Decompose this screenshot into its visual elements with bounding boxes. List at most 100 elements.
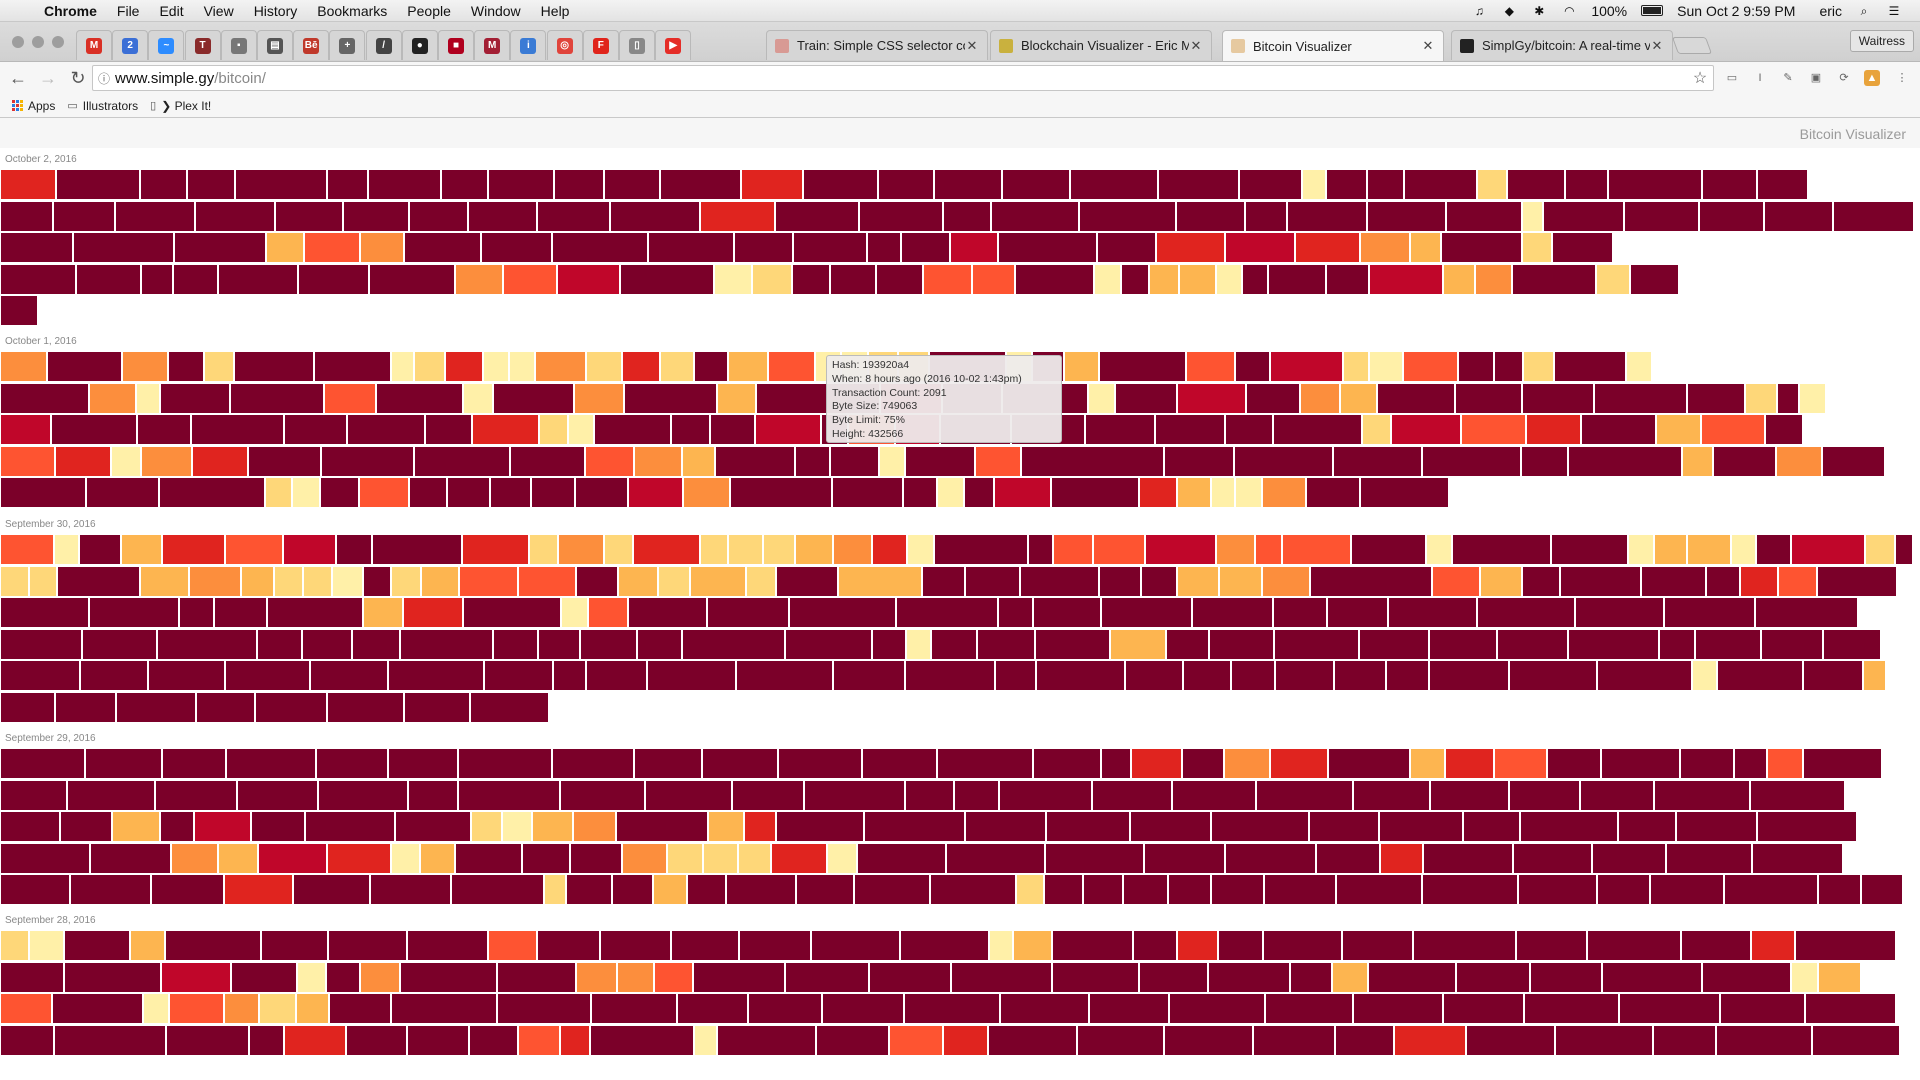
block-cell[interactable] (908, 535, 933, 564)
minimize-window-button[interactable] (32, 36, 44, 48)
block-cell[interactable] (1688, 535, 1730, 564)
block-cell[interactable] (1021, 566, 1098, 596)
block-cell[interactable] (1796, 931, 1895, 960)
block-cell[interactable] (1, 843, 89, 873)
block-cell[interactable] (1642, 566, 1705, 596)
pinned-tab[interactable]: i (510, 30, 547, 60)
block-cell[interactable] (1000, 780, 1091, 810)
block-cell[interactable] (460, 566, 517, 596)
block-cell[interactable] (629, 598, 706, 627)
block-cell[interactable] (935, 535, 1027, 564)
block-cell[interactable] (180, 598, 213, 627)
block-cell[interactable] (1080, 201, 1175, 231)
block-cell[interactable] (1381, 843, 1422, 873)
block-cell[interactable] (1327, 170, 1366, 199)
block-cell[interactable] (1327, 264, 1368, 294)
block-cell[interactable] (361, 233, 403, 262)
block-cell[interactable] (1102, 749, 1130, 778)
block-cell[interactable] (1219, 931, 1262, 960)
block-cell[interactable] (415, 446, 509, 476)
block-cell[interactable] (1235, 446, 1332, 476)
block-cell[interactable] (1, 962, 63, 992)
block-cell[interactable] (672, 931, 738, 960)
block-cell[interactable] (701, 201, 774, 231)
block-cell[interactable] (1, 296, 37, 325)
block-cell[interactable] (764, 535, 794, 564)
block-cell[interactable] (285, 415, 346, 444)
block-cell[interactable] (1481, 566, 1521, 596)
block-cell[interactable] (1456, 383, 1521, 413)
block-cell[interactable] (1210, 629, 1273, 659)
block-cell[interactable] (1519, 875, 1596, 904)
block-cell[interactable] (317, 749, 387, 778)
block-cell[interactable] (405, 233, 480, 262)
block-cell[interactable] (405, 692, 469, 722)
block-cell[interactable] (625, 383, 716, 413)
block-cell[interactable] (1145, 843, 1224, 873)
block-cell[interactable] (1344, 352, 1368, 381)
block-cell[interactable] (1053, 931, 1132, 960)
cast-icon[interactable]: ▭ (1724, 70, 1740, 86)
block-cell[interactable] (175, 233, 265, 262)
block-cell[interactable] (711, 415, 754, 444)
block-cell[interactable] (192, 415, 283, 444)
block-cell[interactable] (285, 1025, 345, 1055)
block-cell[interactable] (401, 629, 492, 659)
block-cell[interactable] (328, 170, 367, 199)
pinned-tab[interactable]: T (184, 30, 221, 60)
block-cell[interactable] (938, 749, 1032, 778)
block-cell[interactable] (683, 446, 714, 476)
menu-window[interactable]: Window (461, 3, 531, 19)
menu-view[interactable]: View (194, 3, 244, 19)
block-cell[interactable] (1, 383, 88, 413)
block-cell[interactable] (1548, 749, 1600, 778)
block-cell[interactable] (688, 875, 725, 904)
block-cell[interactable] (322, 446, 413, 476)
block-cell[interactable] (777, 812, 863, 841)
block-cell[interactable] (863, 749, 936, 778)
block-cell[interactable] (1553, 233, 1612, 262)
block-cell[interactable] (1329, 749, 1409, 778)
block-cell[interactable] (219, 264, 297, 294)
battery-icon[interactable] (1641, 5, 1664, 16)
spotlight-search-icon[interactable]: ⌕ (1856, 4, 1872, 18)
block-cell[interactable] (471, 692, 548, 722)
block-cell[interactable] (364, 566, 390, 596)
block-cell[interactable] (90, 598, 178, 627)
block-cell[interactable] (137, 383, 159, 413)
block-cell[interactable] (629, 478, 682, 507)
block-cell[interactable] (1036, 629, 1109, 659)
menu-people[interactable]: People (397, 3, 461, 19)
block-cell[interactable] (1283, 535, 1350, 564)
menu-app-chrome[interactable]: Chrome (40, 3, 107, 19)
block-cell[interactable] (519, 566, 575, 596)
block-cell[interactable] (1078, 1025, 1163, 1055)
block-cell[interactable] (562, 598, 587, 627)
block-cell[interactable] (489, 170, 553, 199)
block-cell[interactable] (1544, 201, 1623, 231)
block-cell[interactable] (865, 812, 964, 841)
block-cell[interactable] (1, 780, 66, 810)
block-cell[interactable] (1582, 415, 1655, 444)
block-cell[interactable] (779, 749, 861, 778)
block-cell[interactable] (753, 264, 791, 294)
block-cell[interactable] (1757, 535, 1790, 564)
pinned-tab[interactable]: ▪ (220, 30, 257, 60)
wifi-icon[interactable]: ◠ (1561, 4, 1577, 18)
block-cell[interactable] (1866, 535, 1894, 564)
block-cell[interactable] (555, 170, 603, 199)
block-cell[interactable] (1180, 264, 1215, 294)
block-cell[interactable] (319, 780, 407, 810)
reload-icon[interactable]: ↻ (66, 68, 90, 89)
extension-sync-icon[interactable]: ⟳ (1836, 70, 1852, 86)
block-cell[interactable] (906, 446, 974, 476)
block-cell[interactable] (65, 931, 129, 960)
block-cell[interactable] (701, 535, 727, 564)
pinned-tab[interactable]: + (329, 30, 366, 60)
block-cell[interactable] (1806, 994, 1895, 1023)
block-cell[interactable] (860, 201, 942, 231)
clock[interactable]: Sun Oct 2 9:59 PM (1677, 3, 1795, 19)
block-cell[interactable] (61, 812, 111, 841)
block-cell[interactable] (456, 843, 521, 873)
block-cell[interactable] (1721, 994, 1804, 1023)
